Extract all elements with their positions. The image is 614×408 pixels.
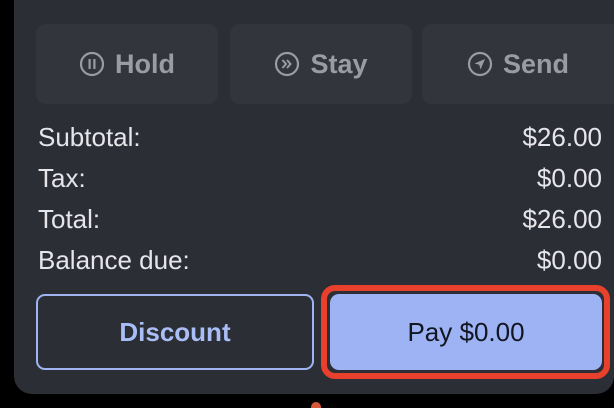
send-button[interactable]: Send — [422, 24, 614, 104]
stay-button[interactable]: Stay — [230, 24, 412, 104]
stay-label: Stay — [310, 48, 368, 79]
balance-due-label: Balance due: — [38, 245, 190, 275]
tax-value: $0.00 — [536, 163, 602, 193]
total-row: Total: $26.00 — [38, 200, 602, 241]
total-label: Total: — [38, 204, 101, 234]
hold-button[interactable]: Hold — [36, 24, 218, 104]
subtotal-value: $26.00 — [522, 122, 602, 152]
discount-button[interactable]: Discount — [36, 294, 314, 370]
pay-label: Pay $0.00 — [407, 316, 525, 347]
hold-label: Hold — [115, 48, 175, 79]
balance-due-value: $0.00 — [536, 245, 602, 275]
totals-list: Subtotal: $26.00 Tax: $0.00 Total: $26.0… — [38, 118, 602, 282]
notification-dot — [311, 402, 321, 408]
subtotal-row: Subtotal: $26.00 — [38, 118, 602, 159]
pay-button[interactable]: Pay $0.00 — [330, 294, 602, 370]
action-row: Hold Stay Send — [22, 24, 614, 104]
tax-label: Tax: — [38, 163, 86, 193]
pause-circle-icon — [79, 51, 105, 77]
subtotal-label: Subtotal: — [38, 122, 141, 152]
send-navigation-icon — [467, 51, 493, 77]
fast-forward-circle-icon — [274, 51, 300, 77]
balance-due-row: Balance due: $0.00 — [38, 241, 602, 282]
send-label: Send — [502, 48, 569, 79]
tax-row: Tax: $0.00 — [38, 159, 602, 200]
total-value: $26.00 — [522, 204, 602, 234]
discount-label: Discount — [119, 316, 231, 347]
